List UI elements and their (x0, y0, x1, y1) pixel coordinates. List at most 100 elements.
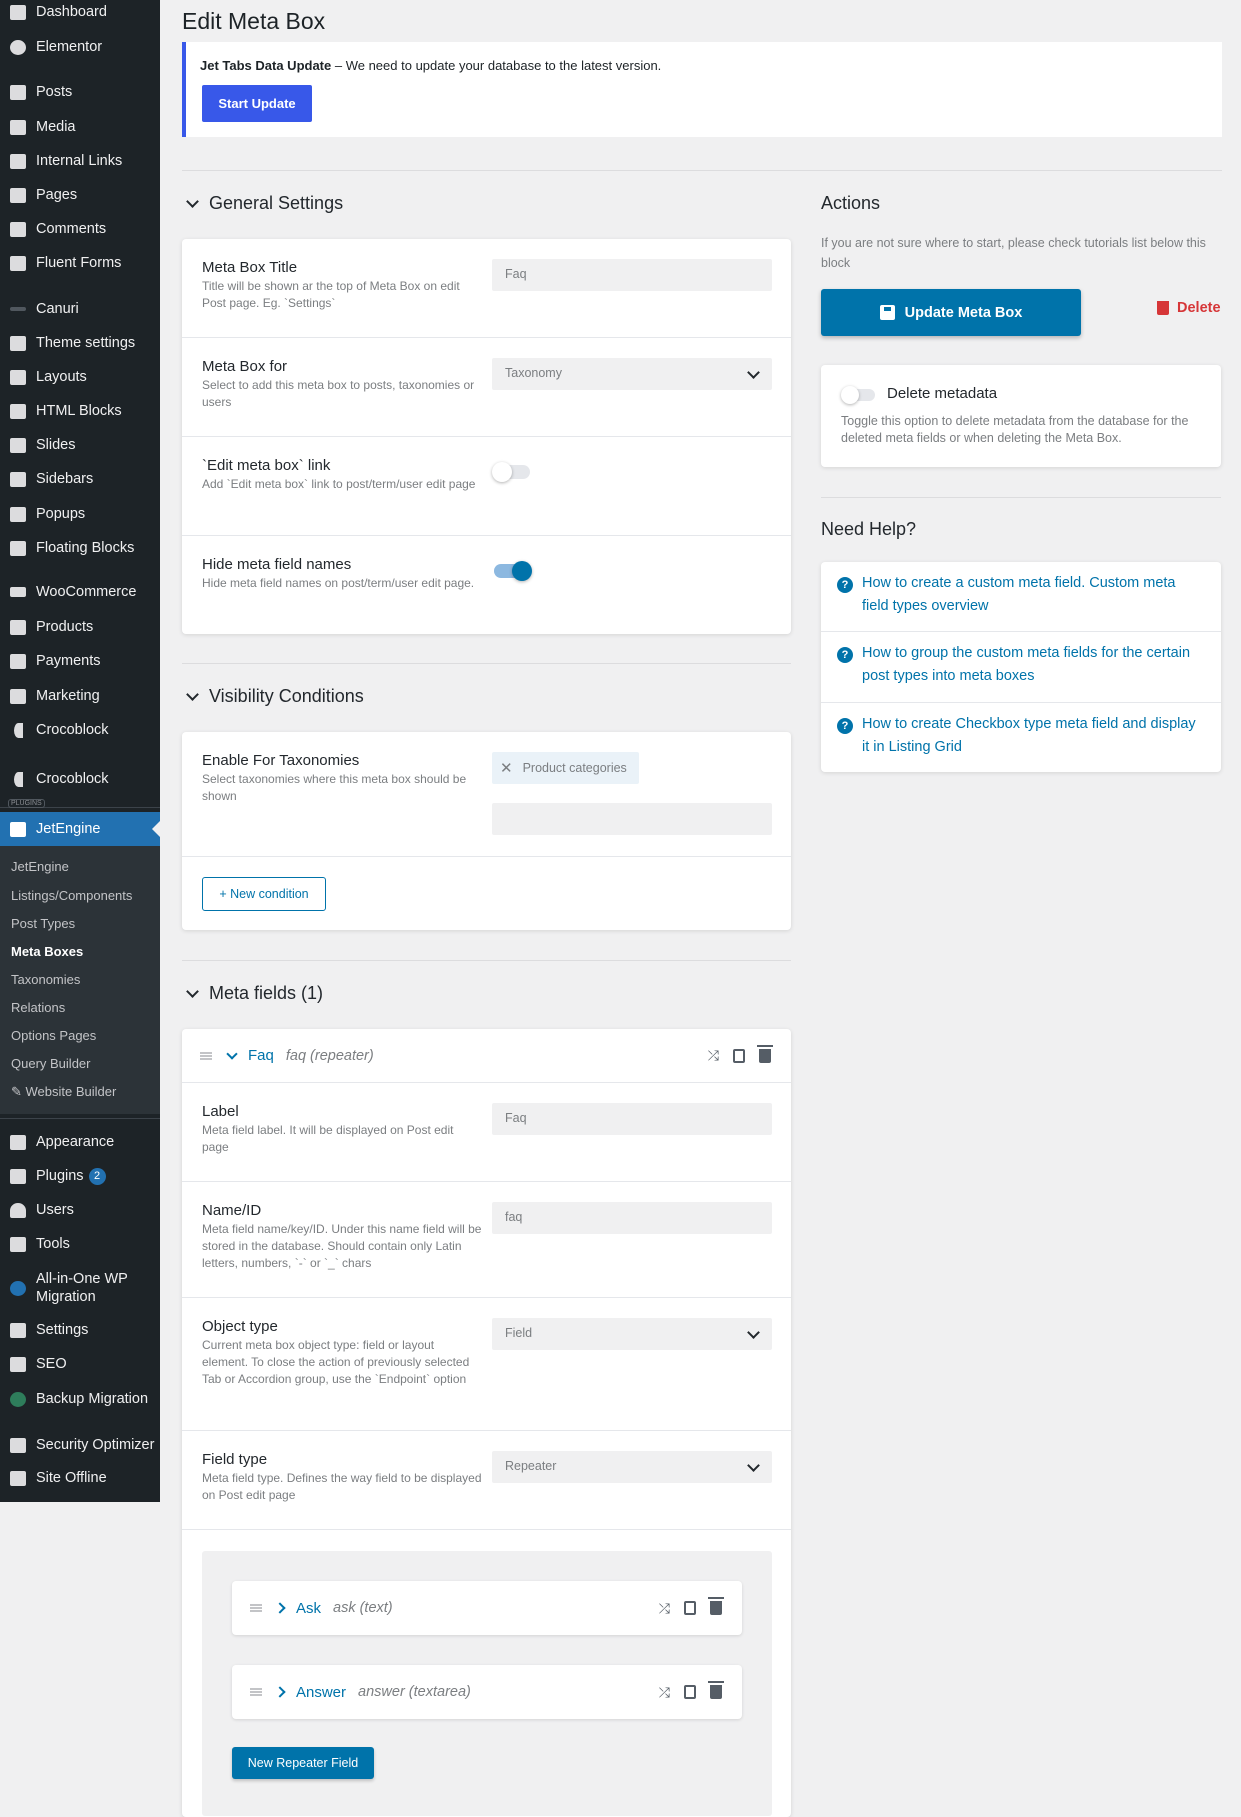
shuffle-icon[interactable]: ⤮ (659, 1684, 670, 1701)
menu-jetengine[interactable]: JetEngine (0, 814, 160, 844)
help-link-1[interactable]: ? How to create a custom meta field. Cust… (821, 562, 1221, 632)
chevron-right-icon[interactable] (274, 1686, 286, 1698)
shuffle-icon[interactable]: ⤮ (659, 1600, 670, 1617)
meta-fields-toggle[interactable]: Meta fields (1) (184, 983, 323, 1004)
menu-plugins[interactable]: Plugins 2 (0, 1161, 160, 1191)
menu-html-blocks[interactable]: HTML Blocks (0, 396, 160, 426)
menu-crocoblock-2[interactable]: Crocoblock (0, 764, 160, 794)
html-icon (10, 403, 26, 419)
copy-icon[interactable] (733, 1048, 745, 1063)
menu-comments[interactable]: Comments (0, 214, 160, 244)
menu-payments[interactable]: Payments (0, 646, 160, 676)
divider (182, 663, 791, 664)
menu-site-offline[interactable]: Site Offline (0, 1463, 160, 1493)
menu-all-in-one-migration[interactable]: All-in-One WP Migration (0, 1268, 160, 1308)
trash-icon[interactable] (708, 1597, 724, 1615)
menu-dashboard[interactable]: Dashboard (0, 0, 160, 27)
visibility-card: Enable For Taxonomies Select taxonomies w… (182, 732, 791, 930)
meta-box-for-select[interactable]: Taxonomy (492, 358, 772, 390)
submenu-relations[interactable]: Relations (11, 1000, 65, 1015)
menu-products[interactable]: Products (0, 612, 160, 642)
repeater-field-ask[interactable]: Ask ask (text) ⤮ (232, 1581, 742, 1635)
general-settings-toggle[interactable]: General Settings (184, 193, 343, 214)
menu-woocommerce[interactable]: WooCommerce (0, 577, 160, 607)
submenu-listings[interactable]: Listings/Components (11, 888, 132, 903)
menu-settings[interactable]: Settings (0, 1315, 160, 1345)
visibility-toggle[interactable]: Visibility Conditions (184, 686, 364, 707)
menu-backup-migration[interactable]: Backup Migration (0, 1384, 160, 1414)
comments-icon (10, 221, 26, 237)
shuffle-icon[interactable]: ⤮ (708, 1047, 719, 1064)
update-meta-box-button[interactable]: Update Meta Box (821, 289, 1081, 336)
setting-row-hide-names: Hide meta field names Hide meta field nam… (182, 536, 791, 634)
offline-icon (10, 1470, 26, 1486)
help-link-2[interactable]: ? How to group the custom meta fields for… (821, 632, 1221, 703)
menu-sidebars[interactable]: Sidebars (0, 464, 160, 494)
meta-field-header[interactable]: Faq faq (repeater) ⤮ (182, 1029, 791, 1083)
delete-metadata-toggle[interactable] (841, 386, 875, 404)
copy-icon[interactable] (684, 1685, 696, 1699)
submenu-query-builder[interactable]: Query Builder (11, 1056, 90, 1071)
trash-icon[interactable] (708, 1681, 724, 1699)
popup-icon (10, 506, 26, 522)
menu-layouts[interactable]: Layouts (0, 362, 160, 392)
edit-link-toggle[interactable] (492, 462, 530, 482)
pin-icon (10, 84, 26, 100)
submenu-jetengine[interactable]: JetEngine (11, 859, 69, 874)
taxonomy-select-input[interactable] (492, 803, 772, 835)
megaphone-icon (10, 688, 26, 704)
floating-icon (10, 540, 26, 556)
new-condition-button[interactable]: + New condition (202, 877, 326, 911)
general-settings-card: Meta Box Title Title will be shown ar the… (182, 239, 791, 634)
start-update-button[interactable]: Start Update (202, 85, 312, 122)
field-label-input[interactable]: Faq (492, 1103, 772, 1135)
submenu-options-pages[interactable]: Options Pages (11, 1028, 96, 1043)
menu-appearance[interactable]: Appearance (0, 1127, 160, 1157)
menu-posts[interactable]: Posts (0, 77, 160, 107)
drag-handle-icon[interactable] (250, 1604, 262, 1612)
hide-names-toggle[interactable] (494, 561, 532, 581)
submenu-taxonomies[interactable]: Taxonomies (11, 972, 80, 987)
menu-tools[interactable]: Tools (0, 1229, 160, 1259)
menu-floating-blocks[interactable]: Floating Blocks (0, 533, 160, 563)
menu-users[interactable]: Users (0, 1195, 160, 1225)
menu-security-optimizer[interactable]: Security Optimizer (0, 1430, 160, 1460)
menu-popups[interactable]: Popups (0, 499, 160, 529)
field-type-select[interactable]: Repeater (492, 1451, 772, 1483)
trash-icon[interactable] (757, 1044, 773, 1063)
canuri-icon (10, 307, 26, 311)
menu-slides[interactable]: Slides (0, 430, 160, 460)
plugins-label: PLUGINS (8, 799, 45, 808)
taxonomy-chip[interactable]: ✕ Product categories (492, 752, 639, 784)
actions-heading: Actions (821, 193, 881, 213)
menu-crocoblock[interactable]: Crocoblock (0, 715, 160, 745)
field-row-label: Label Meta field label. It will be displa… (182, 1083, 791, 1182)
menu-fluent-forms[interactable]: Fluent Forms (0, 248, 160, 278)
delete-metadata-title: Delete metadata (887, 385, 998, 402)
help-link-3[interactable]: ? How to create Checkbox type meta field … (821, 703, 1221, 772)
divider (821, 497, 1221, 498)
submenu-post-types[interactable]: Post Types (11, 916, 75, 931)
field-name-input[interactable]: faq (492, 1202, 772, 1234)
menu-elementor[interactable]: Elementor (0, 32, 160, 62)
menu-seo[interactable]: SEO (0, 1349, 160, 1379)
menu-pages[interactable]: Pages (0, 180, 160, 210)
menu-canuri[interactable]: Canuri (0, 294, 160, 324)
new-repeater-field-button[interactable]: New Repeater Field (232, 1747, 374, 1779)
chevron-right-icon[interactable] (274, 1602, 286, 1614)
repeater-field-answer[interactable]: Answer answer (textarea) ⤮ (232, 1665, 742, 1719)
drag-handle-icon[interactable] (200, 1051, 212, 1060)
drag-handle-icon[interactable] (250, 1688, 262, 1696)
menu-media[interactable]: Media (0, 112, 160, 142)
object-type-select[interactable]: Field (492, 1318, 772, 1350)
meta-box-title-input[interactable]: Faq (492, 259, 772, 291)
close-icon[interactable]: ✕ (500, 759, 513, 777)
delete-button[interactable]: Delete (1157, 300, 1221, 316)
submenu-website-builder[interactable]: ✎ Website Builder (11, 1084, 116, 1100)
chevron-down-icon[interactable] (226, 1047, 238, 1060)
submenu-meta-boxes[interactable]: Meta Boxes (11, 944, 83, 959)
menu-marketing[interactable]: Marketing (0, 681, 160, 711)
copy-icon[interactable] (684, 1601, 696, 1615)
menu-theme-settings[interactable]: Theme settings (0, 328, 160, 358)
menu-internal-links[interactable]: Internal Links (0, 146, 160, 176)
